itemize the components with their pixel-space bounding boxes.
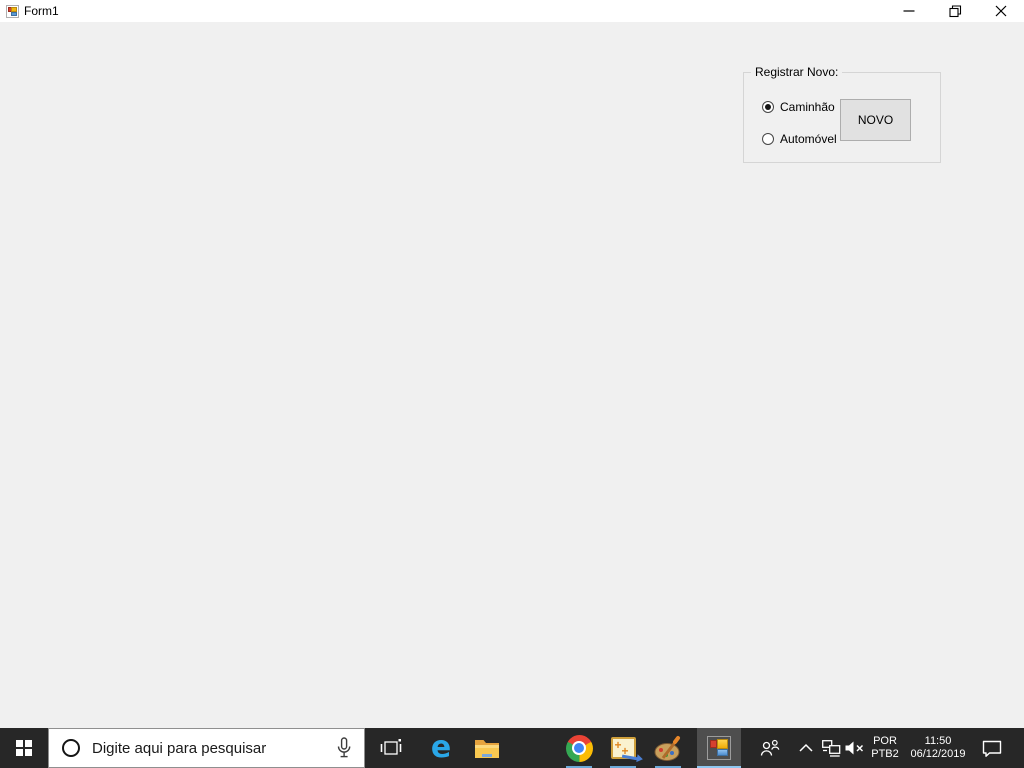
show-hidden-icons-button[interactable] [792,728,820,768]
radio-unselected[interactable] [762,133,774,145]
language-indicator[interactable]: POR PTB2 [866,728,904,768]
taskbar-app-form1-active[interactable] [697,728,741,768]
microphone-icon[interactable] [334,736,354,760]
action-center-icon [982,740,1002,757]
close-button[interactable] [978,0,1024,22]
radio-caminhao[interactable]: Caminhão [762,100,835,114]
paint-icon [654,735,680,761]
network-icon [822,740,841,757]
search-placeholder-text: Digite aqui para pesquisar [92,739,267,757]
task-view-icon [380,739,402,755]
winforms-app-icon [6,4,19,18]
clock[interactable]: 11:50 06/12/2019 [904,728,972,768]
taskbar-search[interactable]: Digite aqui para pesquisar [48,728,365,768]
window-titlebar: Form1 [0,0,1024,22]
taskbar-app-file-explorer[interactable] [465,728,509,768]
cortana-circle-icon [62,739,80,757]
close-icon [995,5,1007,17]
registrar-novo-groupbox: Registrar Novo: Caminhão Automóvel NOVO [743,65,941,163]
action-center-button[interactable] [972,728,1012,768]
form-client-area: Registrar Novo: Caminhão Automóvel NOVO [0,22,1024,728]
clock-date: 06/12/2019 [910,748,966,760]
winforms-app-icon [707,736,731,760]
people-button[interactable] [752,728,788,768]
window-controls [886,0,1024,22]
taskbar-app-chrome[interactable] [557,728,601,768]
novo-button[interactable]: NOVO [840,99,911,141]
chevron-up-icon [799,743,813,752]
start-button[interactable] [0,728,48,768]
windows-logo-icon [16,740,32,756]
radio-automovel[interactable]: Automóvel [762,132,837,146]
volume-muted-icon [845,741,864,755]
file-explorer-icon [475,739,499,758]
clock-time: 11:50 [924,735,952,747]
volume-button[interactable] [842,728,868,768]
restore-icon [948,4,961,17]
minimize-button[interactable] [886,0,932,22]
radio-automovel-label: Automóvel [780,132,837,146]
radio-caminhao-label: Caminhão [780,100,835,114]
taskbar-app-paint[interactable] [646,728,690,768]
window-title: Form1 [24,4,59,18]
radio-selected[interactable] [762,101,774,113]
restore-button[interactable] [932,0,978,22]
task-view-button[interactable] [369,728,413,768]
network-status-button[interactable] [818,728,844,768]
forms-designer-icon: + + [610,737,638,761]
language-code: POR [873,735,897,747]
groupbox-title: Registrar Novo: [751,65,843,79]
edge-icon: e [430,730,452,765]
people-icon [760,739,780,756]
minimize-icon [903,10,915,12]
keyboard-layout: PTB2 [871,748,899,760]
taskbar: Digite aqui para pesquisar e + + POR PTB… [0,728,1024,768]
taskbar-app-edge[interactable]: e [419,728,463,768]
taskbar-app-forms-designer[interactable]: + + [601,728,645,768]
chrome-icon [565,734,593,762]
radio-dot [765,104,771,110]
